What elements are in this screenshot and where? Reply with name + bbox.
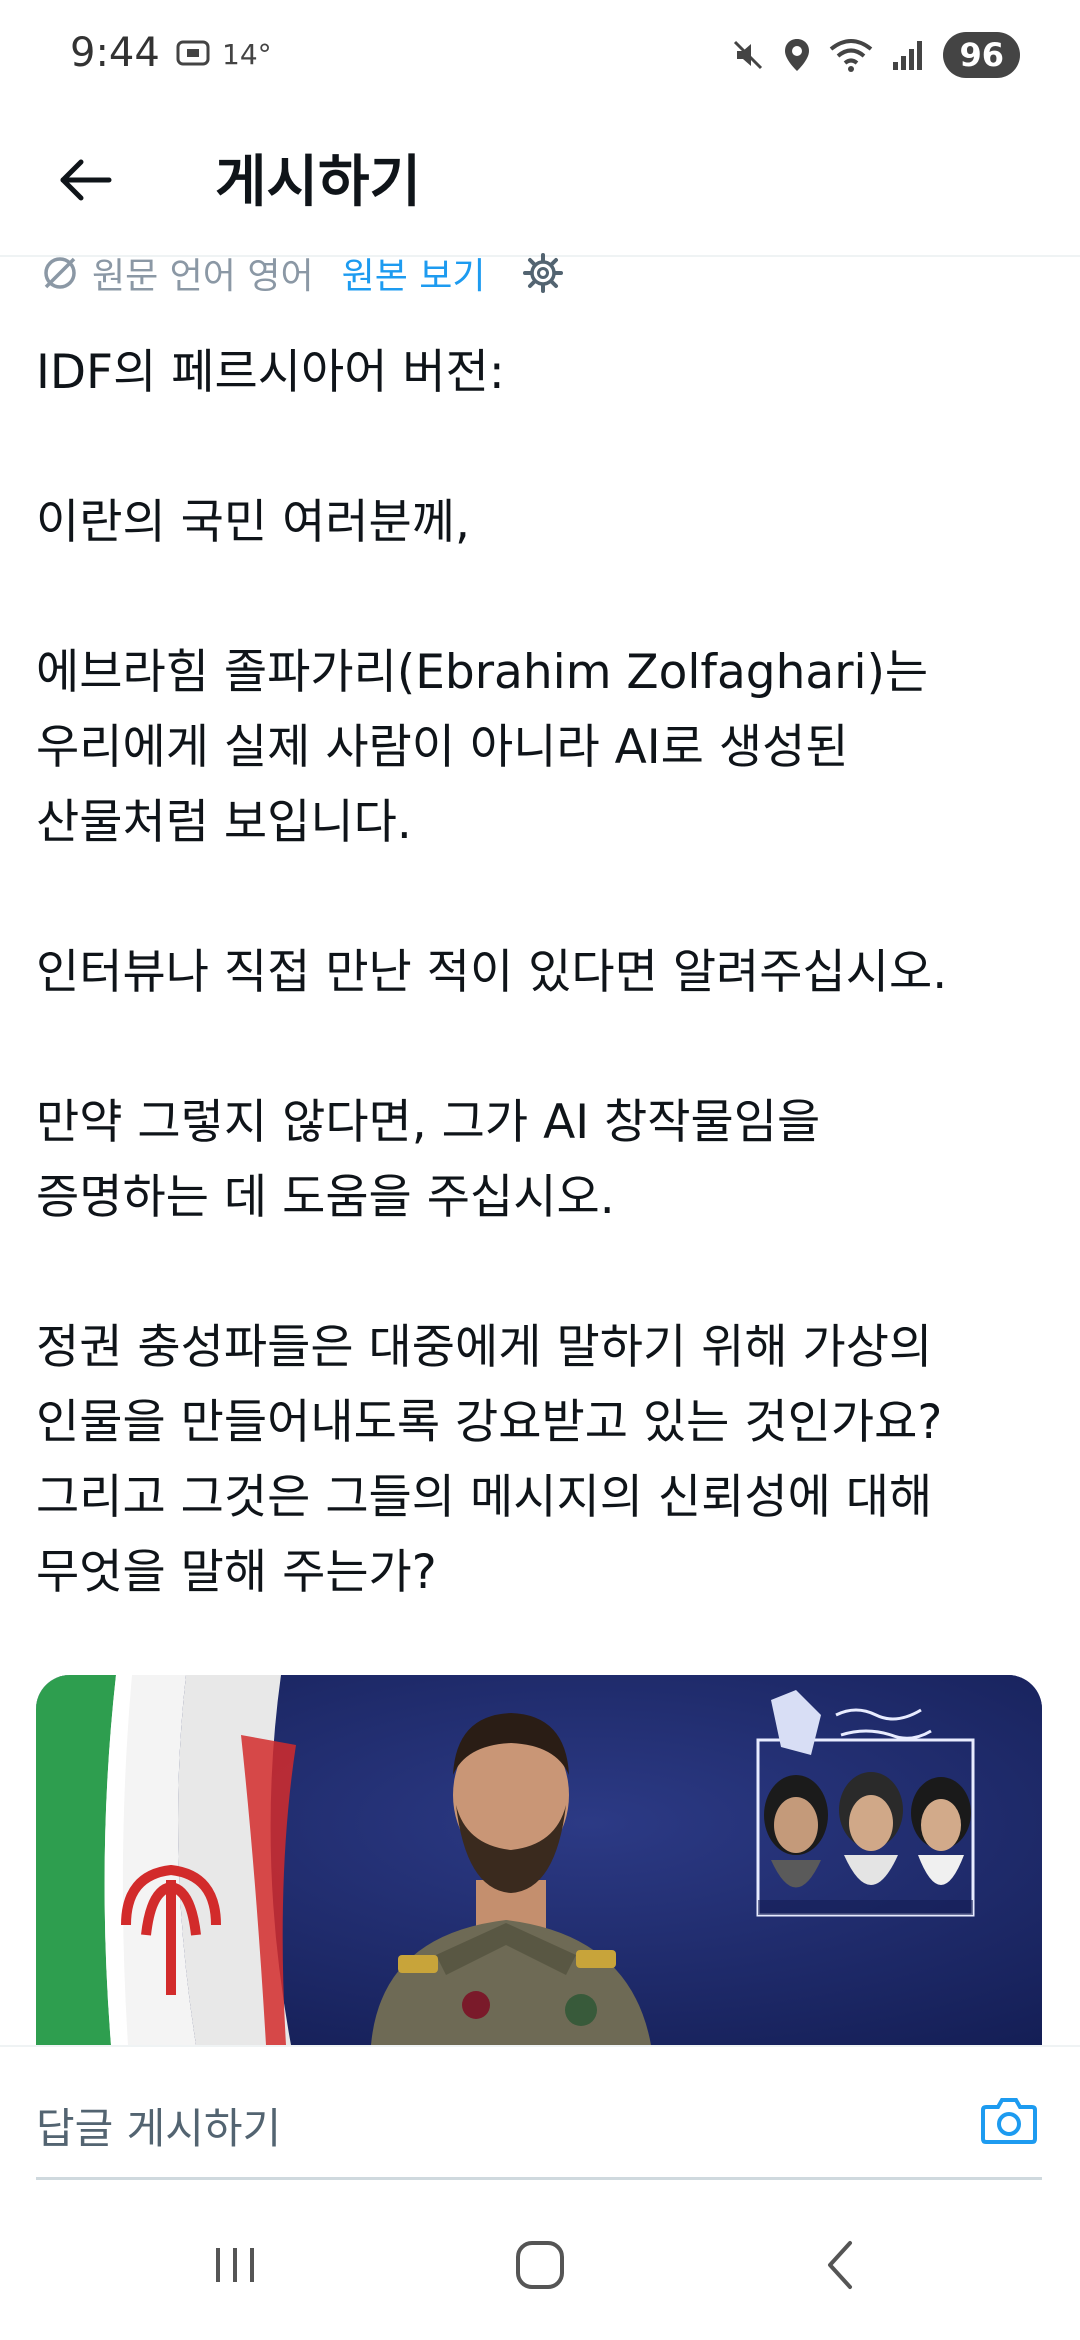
arrow-left-icon <box>60 159 112 201</box>
home-button[interactable] <box>500 2225 580 2305</box>
top-app-bar: 게시하기 <box>0 110 1080 257</box>
post-line: 증명하는 데 도움을 주십시오. <box>36 1170 615 1225</box>
page-title: 게시하기 <box>215 150 422 215</box>
recent-apps-button[interactable] <box>195 2225 275 2305</box>
status-temperature: 14° <box>222 38 272 71</box>
wifi-icon <box>830 39 873 72</box>
reply-input[interactable]: 답글 게시하기 <box>36 2095 281 2156</box>
post-text: IDF의 페르시아어 버전: 이란의 국민 여러분께, 에브라힘 졸파가리(Eb… <box>36 335 1046 1610</box>
post-paragraph: 에브라힘 졸파가리(Ebrahim Zolfaghari)는 우리에게 실제 사… <box>36 635 1046 860</box>
post-line: 그리고 그것은 그들의 메시지의 신뢰성에 대해 <box>36 1470 933 1525</box>
post-line: 인터뷰나 직접 만난 적이 있다면 알려주십시오. <box>36 945 948 1000</box>
translation-row: 원문 언어 영어 원본 보기 <box>40 245 564 301</box>
post-paragraph: 이란의 국민 여러분께, <box>36 485 1046 560</box>
camera-button[interactable] <box>974 2085 1044 2155</box>
screenshot-icon <box>176 40 210 66</box>
status-time: 9:44 <box>70 30 160 76</box>
show-original-link[interactable]: 원본 보기 <box>342 247 486 299</box>
post-line: 만약 그렇지 않다면, 그가 AI 창작물임을 <box>36 1095 821 1150</box>
reply-composer: 답글 게시하기 <box>0 2045 1080 2187</box>
post-line: 산물처럼 보입니다. <box>36 795 412 850</box>
post-media-image[interactable] <box>36 1675 1042 2045</box>
gear-icon <box>522 253 563 293</box>
status-icons: 96 <box>731 30 1020 80</box>
translation-settings-button[interactable] <box>522 252 564 294</box>
post-line: 무엇을 말해 주는가? <box>36 1545 437 1600</box>
flag-graphic <box>36 1675 296 2045</box>
post-line: IDF의 페르시아어 버전: <box>36 345 505 400</box>
post-paragraph: 정권 충성파들은 대중에게 말하기 위해 가상의 인물을 만들어내도록 강요받고… <box>36 1310 1046 1610</box>
post-paragraph: 만약 그렇지 않다면, 그가 AI 창작물임을 증명하는 데 도움을 주십시오. <box>36 1085 1046 1235</box>
translate-icon <box>44 257 76 289</box>
reply-input-underline <box>36 2177 1042 2180</box>
mute-icon <box>734 40 763 70</box>
system-navigation-bar <box>0 2185 1080 2340</box>
post-paragraph: IDF의 페르시아어 버전: <box>36 335 1046 410</box>
source-language-label: 원문 언어 영어 <box>92 256 314 297</box>
system-back-button[interactable] <box>800 2225 880 2305</box>
chevron-left-icon <box>828 2241 852 2289</box>
recent-apps-icon <box>216 2248 254 2282</box>
home-icon <box>516 2241 564 2289</box>
back-button[interactable] <box>40 135 130 225</box>
camera-icon <box>981 2098 1037 2144</box>
post-line: 정권 충성파들은 대중에게 말하기 위해 가상의 <box>36 1320 933 1375</box>
media-illustration <box>36 1675 1042 2045</box>
battery-indicator: 96 <box>943 32 1020 78</box>
post-line: 인물을 만들어내도록 강요받고 있는 것인가요? <box>36 1395 943 1450</box>
post-line: 이란의 국민 여러분께, <box>36 495 470 550</box>
status-bar: 9:44 14° 96 <box>0 0 1080 110</box>
post-line: 우리에게 실제 사람이 아니라 AI로 생성된 <box>36 720 849 775</box>
post-line: 에브라힘 졸파가리(Ebrahim Zolfaghari)는 <box>36 645 929 700</box>
post-paragraph: 인터뷰나 직접 만난 적이 있다면 알려주십시오. <box>36 935 1046 1010</box>
signal-icon <box>893 41 923 70</box>
location-icon <box>785 39 810 71</box>
